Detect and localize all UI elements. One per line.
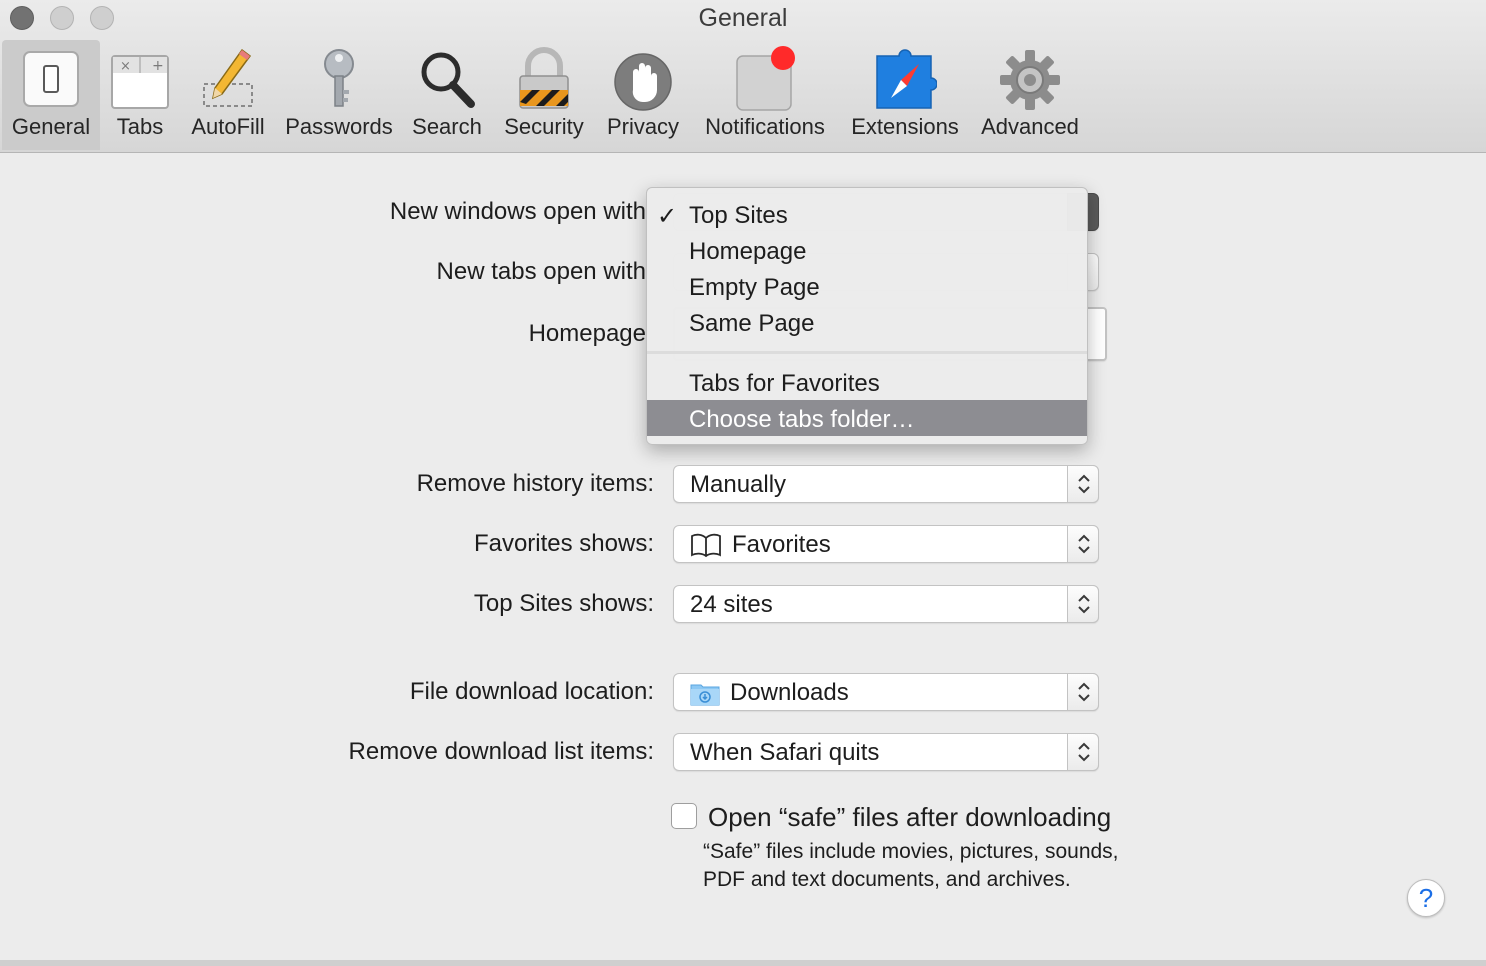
toolbar-label: Tabs [116,114,164,139]
open-safe-files-checkbox[interactable] [671,803,697,829]
download-location-label: File download location: [409,678,654,705]
toolbar-item-notifications[interactable]: Notifications [694,40,836,150]
toolbar-label: General [11,114,91,139]
magnifier-icon [421,52,475,108]
compass-puzzle-icon [876,49,937,109]
new-windows-dropdown-menu: ✓ Top Sites Homepage Empty Page Same Pag… [646,187,1088,445]
new-tabs-label: New tabs open with [436,258,646,285]
notification-badge-icon [736,46,795,111]
toolbar-label: Passwords [285,114,393,139]
window-bottom-edge [0,960,1486,966]
menu-item-homepage[interactable]: Homepage [647,232,1087,268]
svg-text:+: + [152,58,164,74]
toolbar-label: Security [504,114,584,139]
up-down-arrows-icon [1078,594,1090,614]
toolbar-item-security[interactable]: Security [496,40,592,150]
svg-text:×: × [120,59,131,74]
up-down-arrows-icon [1078,682,1090,702]
popup-stepper [1067,673,1099,711]
toolbar-label: Extensions [851,114,959,139]
toolbar-item-search[interactable]: Search [405,40,489,150]
hand-icon [614,53,672,111]
popup-stepper [1067,733,1099,771]
key-icon [324,49,354,107]
toolbar-item-passwords[interactable]: Passwords [280,40,398,150]
popup-stepper [1067,465,1099,503]
top-sites-label: Top Sites shows: [473,590,654,617]
popup-value: Favorites [732,531,831,558]
popup-value: 24 sites [690,591,773,618]
toolbar-item-extensions[interactable]: Extensions [844,40,966,150]
up-down-arrows-icon [1078,474,1090,494]
checkmark-icon: ✓ [657,203,678,230]
top-sites-popup[interactable]: 24 sites [673,585,1099,623]
toolbar-label: AutoFill [191,114,265,139]
popup-value: When Safari quits [690,739,880,766]
toolbar-item-tabs[interactable]: × + Tabs [102,40,178,150]
safe-files-note: “Safe” files include movies, pictures, s… [703,840,1119,891]
help-button[interactable]: ? [1407,879,1445,917]
up-down-arrows-icon [1078,534,1090,554]
remove-downloads-popup[interactable]: When Safari quits [673,733,1099,771]
toolbar-label: Privacy [606,114,680,139]
homepage-label: Homepage [528,320,646,347]
menu-item-top-sites[interactable]: ✓ Top Sites [647,196,1087,232]
gear-icon [1000,50,1060,110]
toolbar: General General × + Tabs AutoFill Passwo… [0,0,1486,153]
open-safe-files-label[interactable]: Open “safe” files after downloading [708,802,1111,833]
toolbar-item-autofill[interactable]: AutoFill [184,40,272,150]
favorites-shows-popup[interactable]: Favorites [673,525,1099,563]
new-windows-label: New windows open with [389,198,646,225]
pencil-icon [203,48,253,107]
toolbar-label: Search [412,114,482,139]
tabs-icon: × + [111,55,169,109]
switch-icon [23,51,79,107]
toolbar-label: Advanced [981,114,1079,139]
remove-downloads-label: Remove download list items: [348,738,654,765]
download-location-popup[interactable]: Downloads [673,673,1099,711]
menu-separator [647,351,1087,354]
toolbar-item-advanced[interactable]: Advanced [973,40,1087,150]
padlock-icon [519,47,569,109]
book-icon [691,533,721,558]
toolbar-item-general[interactable]: General [2,40,100,150]
downloads-folder-icon [690,684,720,706]
favorites-shows-label: Favorites shows: [473,530,654,557]
popup-stepper [1067,525,1099,563]
remove-history-popup[interactable]: Manually [673,465,1099,503]
menu-item-empty-page[interactable]: Empty Page [647,268,1087,304]
window-title: General [698,4,788,32]
toolbar-item-privacy[interactable]: Privacy [600,40,686,150]
popup-value: Manually [690,471,787,498]
toolbar-label: Notifications [705,114,825,139]
up-down-arrows-icon [1078,742,1090,762]
remove-history-label: Remove history items: [416,470,654,497]
menu-item-choose-tabs-folder[interactable]: Choose tabs folder… [647,400,1087,436]
menu-item-same-page[interactable]: Same Page [647,304,1087,340]
popup-stepper [1067,585,1099,623]
menu-item-tabs-for-favorites[interactable]: Tabs for Favorites [647,364,1087,400]
popup-value: Downloads [730,679,849,706]
